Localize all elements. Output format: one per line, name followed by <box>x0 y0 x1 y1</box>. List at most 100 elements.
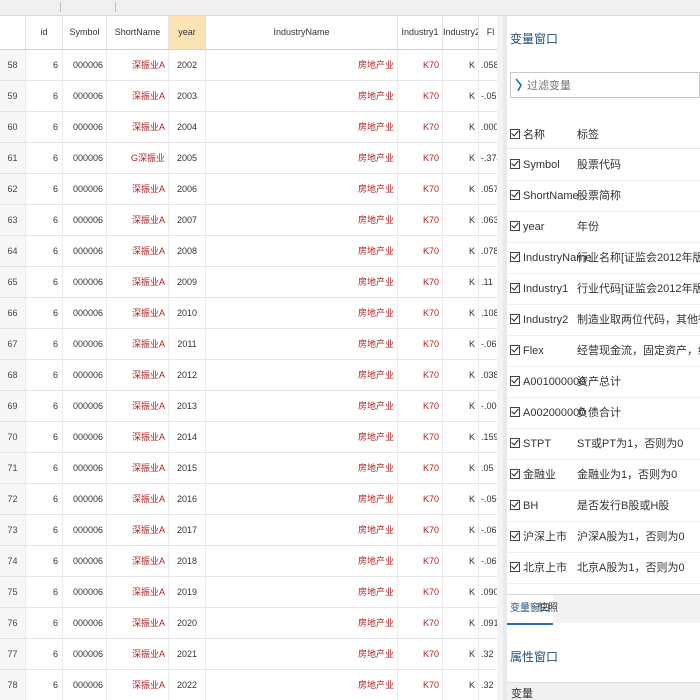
row-index[interactable]: 71 <box>0 453 26 483</box>
cell-symbol[interactable]: 000006 <box>63 453 107 483</box>
variable-checkbox[interactable] <box>510 531 520 541</box>
row-index[interactable]: 59 <box>0 81 26 111</box>
variable-row[interactable]: IndustryName 行业名称[证监会2012年版 <box>507 243 700 274</box>
variable-checkbox[interactable] <box>510 159 520 169</box>
cell-shortname[interactable]: 深振业A <box>107 81 169 111</box>
variable-checkbox[interactable] <box>510 562 520 572</box>
cell-year[interactable]: 2017 <box>169 515 206 545</box>
cell-industry1[interactable]: K70 <box>398 329 443 359</box>
cell-industry2[interactable]: K <box>443 329 479 359</box>
cell-year[interactable]: 2007 <box>169 205 206 235</box>
variable-checkbox[interactable] <box>510 190 520 200</box>
cell-id[interactable]: 6 <box>26 391 63 421</box>
column-header-shortname[interactable]: ShortName <box>107 16 169 49</box>
cell-symbol[interactable]: 000006 <box>63 143 107 173</box>
cell-industryname[interactable]: 房地产业 <box>206 422 398 452</box>
table-row[interactable]: 62 6 000006 深振业A 2006 房地产业 K70 K .057 <box>0 174 503 205</box>
cell-year[interactable]: 2009 <box>169 267 206 297</box>
cell-id[interactable]: 6 <box>26 236 63 266</box>
cell-industry1[interactable]: K70 <box>398 453 443 483</box>
cell-symbol[interactable]: 000006 <box>63 112 107 142</box>
cell-industry1[interactable]: K70 <box>398 143 443 173</box>
table-row[interactable]: 65 6 000006 深振业A 2009 房地产业 K70 K .11 <box>0 267 503 298</box>
cell-industry2[interactable]: K <box>443 608 479 638</box>
cell-id[interactable]: 6 <box>26 267 63 297</box>
cell-industry1[interactable]: K70 <box>398 81 443 111</box>
column-header-year[interactable]: year <box>169 16 206 49</box>
variable-checkbox[interactable] <box>510 221 520 231</box>
cell-symbol[interactable]: 000006 <box>63 81 107 111</box>
cell-industry1[interactable]: K70 <box>398 50 443 80</box>
cell-id[interactable]: 6 <box>26 422 63 452</box>
table-row[interactable]: 61 6 000006 G深振业 2005 房地产业 K70 K -.374 <box>0 143 503 174</box>
cell-industryname[interactable]: 房地产业 <box>206 360 398 390</box>
row-index[interactable]: 64 <box>0 236 26 266</box>
cell-industryname[interactable]: 房地产业 <box>206 81 398 111</box>
cell-industry2[interactable]: K <box>443 360 479 390</box>
table-row[interactable]: 75 6 000006 深振业A 2019 房地产业 K70 K .090 <box>0 577 503 608</box>
cell-id[interactable]: 6 <box>26 50 63 80</box>
cell-symbol[interactable]: 000006 <box>63 577 107 607</box>
variable-checkbox[interactable] <box>510 252 520 262</box>
select-all-checkbox[interactable] <box>510 129 520 139</box>
variable-row[interactable]: A001000000 资产总计 <box>507 367 700 398</box>
cell-shortname[interactable]: 深振业A <box>107 174 169 204</box>
cell-industryname[interactable]: 房地产业 <box>206 174 398 204</box>
cell-id[interactable]: 6 <box>26 484 63 514</box>
cell-industryname[interactable]: 房地产业 <box>206 546 398 576</box>
properties-row[interactable]: 变量 <box>507 682 700 700</box>
table-row[interactable]: 60 6 000006 深振业A 2004 房地产业 K70 K .000 <box>0 112 503 143</box>
variable-filter-box[interactable] <box>510 72 700 99</box>
cell-shortname[interactable]: 深振业A <box>107 577 169 607</box>
cell-industry2[interactable]: K <box>443 515 479 545</box>
cell-shortname[interactable]: 深振业A <box>107 329 169 359</box>
cell-industryname[interactable]: 房地产业 <box>206 236 398 266</box>
cell-industry1[interactable]: K70 <box>398 360 443 390</box>
cell-industry1[interactable]: K70 <box>398 112 443 142</box>
cell-industryname[interactable]: 房地产业 <box>206 391 398 421</box>
cell-shortname[interactable]: 深振业A <box>107 546 169 576</box>
cell-industryname[interactable]: 房地产业 <box>206 143 398 173</box>
cell-industry2[interactable]: K <box>443 143 479 173</box>
cell-shortname[interactable]: 深振业A <box>107 360 169 390</box>
variable-checkbox[interactable] <box>510 314 520 324</box>
cell-year[interactable]: 2002 <box>169 50 206 80</box>
cell-symbol[interactable]: 000006 <box>63 174 107 204</box>
cell-shortname[interactable]: 深振业A <box>107 639 169 669</box>
table-row[interactable]: 76 6 000006 深振业A 2020 房地产业 K70 K .091 <box>0 608 503 639</box>
cell-symbol[interactable]: 000006 <box>63 670 107 700</box>
cell-year[interactable]: 2011 <box>169 329 206 359</box>
cell-industryname[interactable]: 房地产业 <box>206 608 398 638</box>
row-index[interactable]: 72 <box>0 484 26 514</box>
cell-industry2[interactable]: K <box>443 546 479 576</box>
cell-id[interactable]: 6 <box>26 81 63 111</box>
table-row[interactable]: 74 6 000006 深振业A 2018 房地产业 K70 K -.068 <box>0 546 503 577</box>
cell-year[interactable]: 2013 <box>169 391 206 421</box>
row-index[interactable]: 69 <box>0 391 26 421</box>
table-row[interactable]: 69 6 000006 深振业A 2013 房地产业 K70 K -.000 <box>0 391 503 422</box>
variable-checkbox[interactable] <box>510 438 520 448</box>
cell-industry2[interactable]: K <box>443 174 479 204</box>
cell-id[interactable]: 6 <box>26 453 63 483</box>
cell-symbol[interactable]: 000006 <box>63 484 107 514</box>
variable-checkbox[interactable] <box>510 500 520 510</box>
cell-industryname[interactable]: 房地产业 <box>206 577 398 607</box>
cell-shortname[interactable]: 深振业A <box>107 608 169 638</box>
cell-industry1[interactable]: K70 <box>398 670 443 700</box>
variable-filter-input[interactable] <box>525 73 699 99</box>
variable-row[interactable]: 沪深上市 沪深A股为1，否则为0 <box>507 522 700 553</box>
row-index[interactable]: 67 <box>0 329 26 359</box>
variable-row[interactable]: Flex 经营现金流，固定资产，经营现金流/总资产 <box>507 336 700 367</box>
cell-industry1[interactable]: K70 <box>398 608 443 638</box>
cell-year[interactable]: 2015 <box>169 453 206 483</box>
cell-year[interactable]: 2014 <box>169 422 206 452</box>
cell-shortname[interactable]: 深振业A <box>107 112 169 142</box>
table-row[interactable]: 72 6 000006 深振业A 2016 房地产业 K70 K -.050 <box>0 484 503 515</box>
cell-id[interactable]: 6 <box>26 112 63 142</box>
table-row[interactable]: 78 6 000006 深振业A 2022 房地产业 K70 K .32 <box>0 670 503 700</box>
cell-symbol[interactable]: 000006 <box>63 236 107 266</box>
cell-industry2[interactable]: K <box>443 422 479 452</box>
cell-industryname[interactable]: 房地产业 <box>206 670 398 700</box>
cell-shortname[interactable]: 深振业A <box>107 298 169 328</box>
cell-industry1[interactable]: K70 <box>398 422 443 452</box>
